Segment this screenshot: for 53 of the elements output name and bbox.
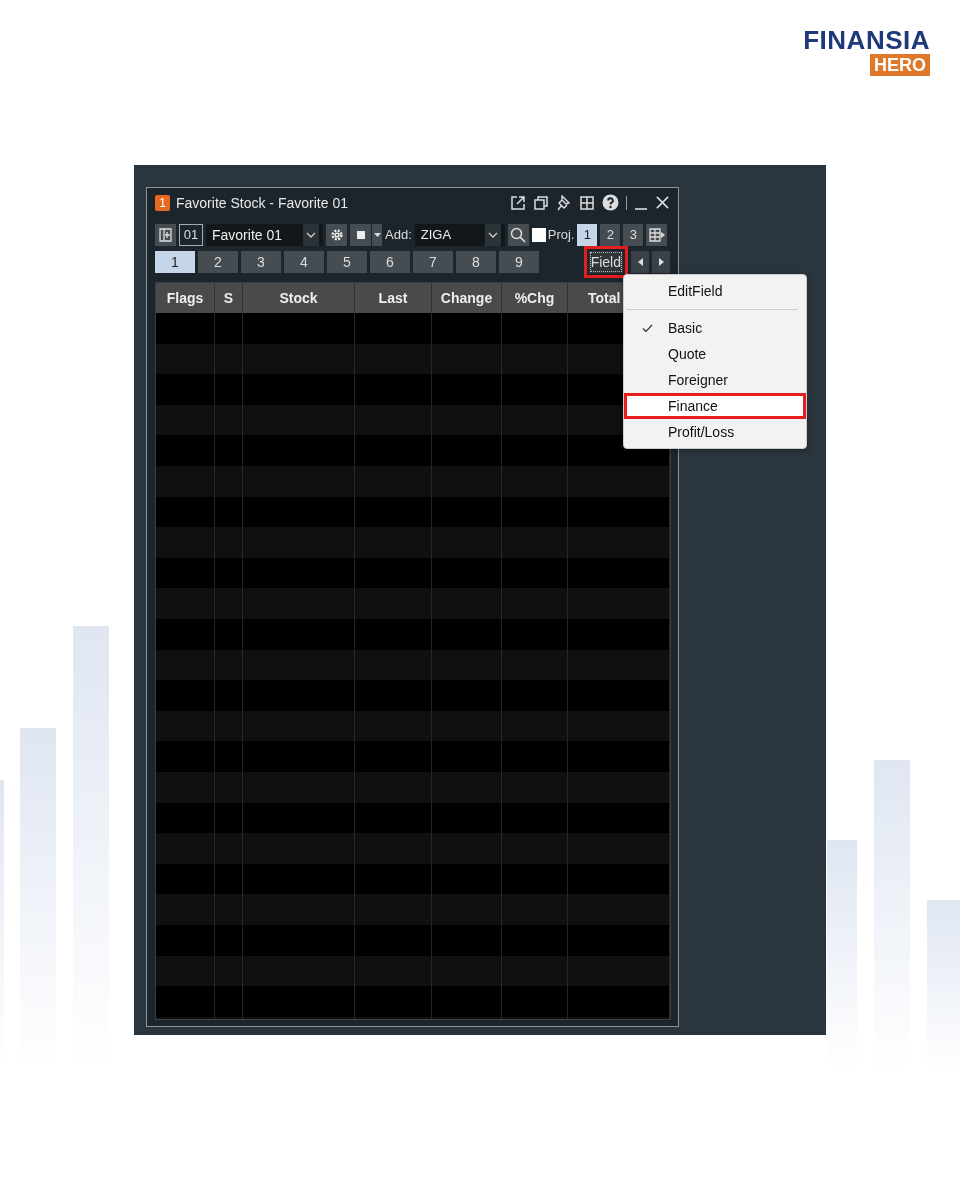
popout-icon[interactable]: [510, 194, 526, 211]
list-number-field[interactable]: 01: [179, 223, 203, 246]
window-title: Favorite Stock - Favorite 01: [176, 194, 348, 211]
page-tab[interactable]: 3: [623, 223, 644, 246]
proj-checkbox[interactable]: [531, 227, 546, 242]
layout-icon: [649, 227, 665, 242]
help-icon[interactable]: [602, 194, 619, 211]
gear-icon: [329, 227, 344, 242]
scroll-right-button[interactable]: [652, 251, 670, 273]
dropdown-button[interactable]: [372, 223, 382, 246]
list-dropdown[interactable]: Favorite 01: [206, 223, 323, 246]
group-tab[interactable]: 8: [456, 251, 496, 273]
add-label: Add:: [385, 227, 412, 242]
menu-item[interactable]: Basic: [624, 315, 806, 341]
grid-icon[interactable]: [579, 194, 595, 211]
search-button[interactable]: [507, 223, 529, 246]
symbol-field[interactable]: ZIGA: [414, 223, 505, 246]
close-icon[interactable]: [655, 195, 670, 210]
group-tab[interactable]: 6: [370, 251, 410, 273]
page-tab[interactable]: 2: [600, 223, 621, 246]
restore-icon[interactable]: [533, 194, 549, 211]
chevron-icon: [303, 223, 319, 246]
proj-label: Proj.: [547, 227, 575, 242]
pin-icon[interactable]: [556, 194, 572, 211]
menu-item[interactable]: Profit/Loss: [624, 419, 806, 445]
layout-button[interactable]: [646, 223, 668, 246]
field-button[interactable]: Field: [588, 251, 623, 273]
group-tab[interactable]: 4: [284, 251, 324, 273]
menu-item[interactable]: Quote: [624, 341, 806, 367]
group-tab[interactable]: 3: [241, 251, 281, 273]
color-button[interactable]: [350, 223, 371, 246]
group-tab[interactable]: 1: [155, 251, 195, 273]
group-tab[interactable]: 9: [499, 251, 539, 273]
check-icon: [642, 323, 653, 333]
group-tab[interactable]: 5: [327, 251, 367, 273]
group-tab[interactable]: 2: [198, 251, 238, 273]
menu-item[interactable]: Foreigner: [624, 367, 806, 393]
square-icon: [356, 230, 365, 239]
settings-button[interactable]: [326, 223, 347, 246]
right-arrow-icon: [658, 258, 664, 266]
search-icon: [510, 226, 527, 243]
list-button[interactable]: [155, 223, 176, 246]
list-icon: [158, 227, 173, 242]
logo-tag: HERO: [870, 54, 930, 76]
window-badge: 1: [155, 194, 170, 211]
page-tab[interactable]: 1: [577, 223, 598, 246]
group-tab[interactable]: 7: [413, 251, 453, 273]
left-arrow-icon: [637, 258, 643, 266]
caret-icon: [373, 232, 381, 237]
menu-item[interactable]: Finance: [624, 393, 806, 419]
logo-wordmark: FINANSIA: [803, 26, 930, 54]
chevron-icon: [484, 223, 501, 246]
scroll-left-button[interactable]: [631, 251, 649, 273]
